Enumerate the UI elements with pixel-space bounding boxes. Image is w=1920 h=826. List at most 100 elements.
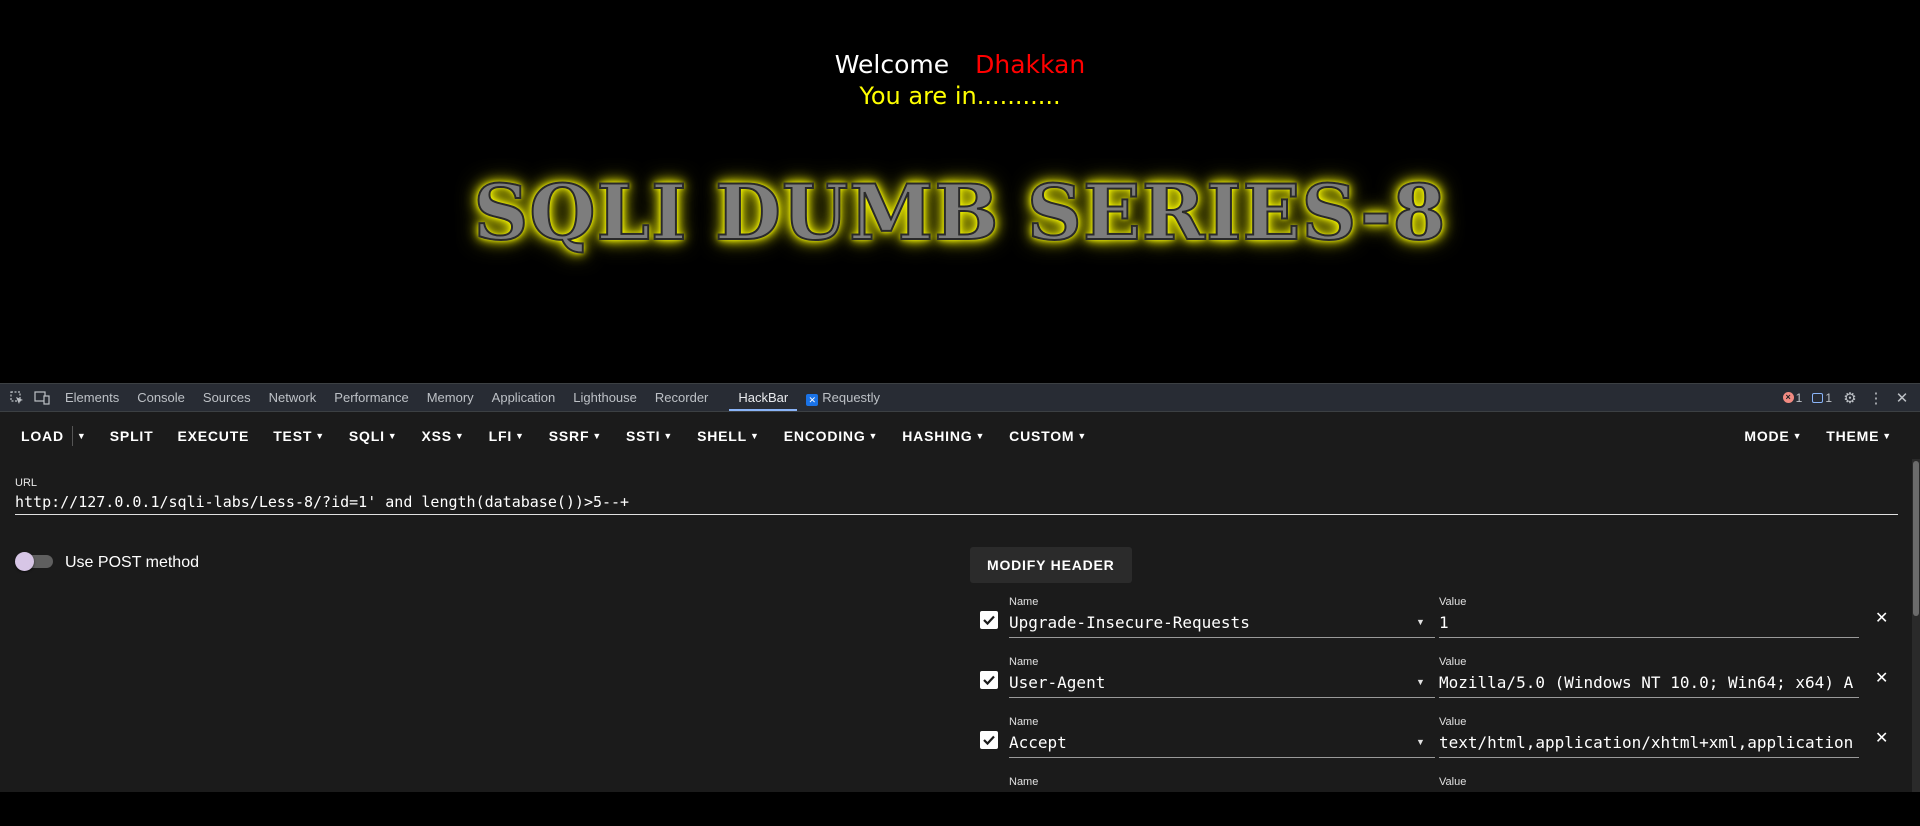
remove-header-close-icon[interactable]: ✕ — [1875, 608, 1888, 628]
message-icon — [1812, 392, 1824, 403]
header-value-field[interactable]: Mozilla/5.0 (Windows NT 10.0; Win64; x64… — [1439, 672, 1859, 698]
tab-sources[interactable]: Sources — [194, 384, 260, 412]
ssti-menu[interactable]: SSTI ▼ — [614, 418, 685, 454]
welcome-line: Welcome Dhakkan — [0, 50, 1920, 79]
device-toolbar-icon[interactable] — [34, 390, 50, 406]
header-value-field[interactable]: text/html,application/xhtml+xml,applicat… — [1439, 732, 1859, 758]
post-method-label: Use POST method — [65, 554, 199, 571]
load-button[interactable]: LOAD — [9, 418, 72, 454]
test-menu[interactable]: TEST ▼ — [261, 418, 337, 454]
scrollbar[interactable] — [1912, 459, 1920, 792]
tab-lighthouse[interactable]: Lighthouse — [564, 384, 646, 412]
post-method-toggle[interactable] — [15, 551, 55, 571]
encoding-menu-label: ENCODING — [783, 427, 866, 444]
header-name-field[interactable]: Upgrade-Insecure-Requests — [1009, 612, 1435, 638]
tab-performance[interactable]: Performance — [325, 384, 417, 412]
ssrf-menu-label: SSRF — [548, 427, 590, 444]
hackbar-toolbar: LOAD ▼ SPLIT EXECUTE TEST ▼ SQLI ▼ XSS ▼ LF… — [0, 412, 1920, 459]
tab-application[interactable]: Application — [483, 384, 565, 412]
chevron-down-icon: ▼ — [749, 430, 760, 441]
chevron-down-icon[interactable]: ▼ — [1416, 677, 1425, 687]
remove-header-close-icon[interactable]: ✕ — [1875, 728, 1888, 748]
gear-icon[interactable]: ⚙ — [1842, 389, 1858, 407]
message-count: 1 — [1825, 390, 1832, 405]
shell-menu-label: SHELL — [697, 427, 747, 444]
page-viewport: Welcome Dhakkan You are in........... SQL… — [0, 0, 1920, 383]
header-value-label: Value — [1439, 596, 1467, 608]
header-enabled-checkbox[interactable] — [980, 731, 998, 749]
theme-menu[interactable]: THEME ▼ — [1814, 418, 1904, 454]
encoding-menu[interactable]: ENCODING ▼ — [772, 418, 891, 454]
load-options-chevron-down-icon[interactable]: ▼ — [71, 425, 92, 446]
ssti-menu-label: SSTI — [626, 427, 661, 444]
xss-menu-label: XSS — [421, 427, 452, 444]
url-input[interactable] — [15, 490, 1898, 515]
toggle-knob — [15, 552, 34, 571]
user-name: Dhakkan — [975, 50, 1086, 79]
header-name-label: Name — [1009, 656, 1039, 668]
hashing-menu[interactable]: HASHING ▼ — [890, 418, 997, 454]
custom-menu[interactable]: CUSTOM ▼ — [997, 418, 1099, 454]
welcome-text: Welcome — [834, 50, 950, 79]
error-count: 1 — [1795, 390, 1803, 405]
scrollbar-thumb[interactable] — [1913, 461, 1919, 616]
mode-menu-label: MODE — [1744, 427, 1790, 444]
tab-hackbar[interactable]: HackBar — [729, 384, 798, 412]
tab-console[interactable]: Console — [128, 384, 194, 412]
execute-button[interactable]: EXECUTE — [165, 418, 261, 454]
test-menu-label: TEST — [273, 427, 313, 444]
tab-network[interactable]: Network — [260, 384, 326, 412]
inspect-element-icon[interactable] — [9, 390, 25, 406]
chevron-down-icon: ▼ — [387, 430, 398, 441]
lfi-menu[interactable]: LFI ▼ — [477, 418, 537, 454]
ssrf-menu[interactable]: SSRF ▼ — [537, 418, 614, 454]
chevron-down-icon[interactable]: ▼ — [1416, 617, 1425, 627]
header-value-label: Value — [1439, 776, 1467, 788]
chevron-down-icon: ▼ — [515, 430, 525, 441]
header-value-field[interactable]: 1 — [1439, 612, 1859, 638]
header-enabled-checkbox[interactable] — [980, 611, 998, 629]
error-badge[interactable]: × 1 — [1782, 390, 1803, 405]
shell-menu[interactable]: SHELL ▼ — [685, 418, 772, 454]
message-badge[interactable]: 1 — [1812, 391, 1832, 405]
error-icon: × — [1782, 392, 1794, 403]
chevron-down-icon: ▼ — [315, 430, 325, 441]
chevron-down-icon: ▼ — [1792, 430, 1803, 441]
theme-menu-label: THEME — [1826, 427, 1880, 444]
header-row: Name Accept ▼ Value text/html,applicatio… — [980, 716, 1900, 766]
hackbar-body: URL Use POST method MODIFY HEADER Name U… — [0, 459, 1920, 792]
sqli-menu-label: SQLI — [348, 427, 385, 444]
tab-elements[interactable]: Elements — [56, 384, 128, 412]
tab-recorder[interactable]: Recorder — [646, 384, 717, 412]
modify-header-button[interactable]: MODIFY HEADER — [970, 547, 1132, 583]
chevron-down-icon: ▼ — [975, 430, 986, 441]
lfi-menu-label: LFI — [488, 427, 513, 444]
sqli-menu[interactable]: SQLI ▼ — [337, 418, 410, 454]
header-row: Name User-Agent ▼ Value Mozilla/5.0 (Win… — [980, 656, 1900, 706]
header-name-label: Name — [1009, 776, 1039, 788]
chevron-down-icon: ▼ — [663, 430, 674, 441]
more-options-icon[interactable]: ⋮ — [1868, 389, 1884, 407]
tab-requestly[interactable]: ✕ Requestly — [797, 384, 889, 412]
header-name-field[interactable]: Accept — [1009, 732, 1435, 758]
close-icon[interactable]: ✕ — [1894, 389, 1910, 407]
mode-menu[interactable]: MODE ▼ — [1732, 418, 1814, 454]
devtools-panel: Elements Console Sources Network Perform… — [0, 383, 1920, 792]
remove-header-close-icon[interactable]: ✕ — [1875, 668, 1888, 688]
custom-menu-label: CUSTOM — [1009, 427, 1075, 444]
requestly-icon: ✕ — [806, 393, 819, 406]
header-enabled-checkbox[interactable] — [980, 671, 998, 689]
banner: SQLI DUMB SERIES-8 — [0, 167, 1920, 258]
url-label: URL — [15, 477, 38, 489]
login-status: You are in........... — [859, 82, 1061, 110]
header-name-field[interactable]: User-Agent — [1009, 672, 1435, 698]
chevron-down-icon: ▼ — [868, 430, 879, 441]
header-name-label: Name — [1009, 716, 1039, 728]
chevron-down-icon: ▼ — [454, 430, 465, 441]
chevron-down-icon[interactable]: ▼ — [1416, 737, 1425, 747]
tab-memory[interactable]: Memory — [418, 384, 483, 412]
chevron-down-icon: ▼ — [1077, 430, 1088, 441]
split-button[interactable]: SPLIT — [98, 418, 166, 454]
xss-menu[interactable]: XSS ▼ — [410, 418, 477, 454]
chevron-down-icon: ▼ — [592, 430, 603, 441]
